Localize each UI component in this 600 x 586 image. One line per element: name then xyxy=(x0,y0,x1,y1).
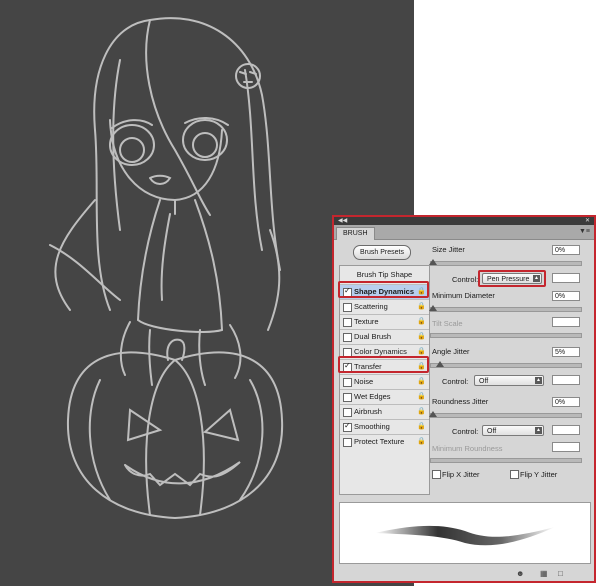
lock-icon[interactable]: 🔒 xyxy=(417,392,426,402)
panel-tab-row: BRUSH ▼≡ xyxy=(334,225,594,240)
lock-icon[interactable]: 🔒 xyxy=(417,377,426,387)
list-item-label: Smoothing xyxy=(354,422,390,431)
slider-knob[interactable] xyxy=(429,259,437,265)
roundness-control-select[interactable]: Off ▲ xyxy=(482,425,544,436)
roundness-jitter-field[interactable]: 0% xyxy=(552,397,580,407)
size-jitter-slider[interactable] xyxy=(429,259,582,266)
list-item-label: Noise xyxy=(354,377,374,386)
list-item-dual-brush[interactable]: Dual Brush 🔒 xyxy=(340,329,429,344)
roundness-jitter-label: Roundness Jitter xyxy=(432,397,489,406)
angle-control-field[interactable] xyxy=(552,375,580,385)
checkbox[interactable] xyxy=(343,408,352,417)
checkbox[interactable] xyxy=(343,303,352,312)
select-arrows-icon: ▲ xyxy=(535,377,542,384)
angle-jitter-field[interactable]: 5% xyxy=(552,347,580,357)
size-control-label: Control: xyxy=(452,275,479,284)
lock-icon[interactable]: 🔒 xyxy=(417,317,426,327)
brush-stroke-preview xyxy=(339,502,591,564)
slider-knob[interactable] xyxy=(429,411,437,417)
highlight-pen-pressure xyxy=(478,270,546,287)
collapse-icon[interactable]: ◀◀ xyxy=(338,218,347,224)
brush-presets-button[interactable]: Brush Presets xyxy=(353,245,411,260)
list-item-protect-texture[interactable]: Protect Texture 🔒 xyxy=(340,434,429,449)
lock-icon[interactable]: 🔒 xyxy=(417,302,426,312)
shape-dynamics-settings: Size Jitter 0% Control: Pen Pressure ▲ M… xyxy=(429,241,590,491)
list-item-label: Airbrush xyxy=(354,407,382,416)
close-icon[interactable]: ✕ xyxy=(585,218,590,224)
stroke-preview-graphic xyxy=(375,525,555,546)
list-item-scattering[interactable]: Scattering 🔒 xyxy=(340,299,429,314)
minimum-roundness-label: Minimum Roundness xyxy=(432,444,503,453)
roundness-control-field[interactable] xyxy=(552,425,580,435)
brush-grid-icon[interactable]: ▦ xyxy=(540,569,548,578)
select-arrows-icon: ▲ xyxy=(535,427,542,434)
roundness-control-label: Control: xyxy=(452,427,479,436)
tilt-scale-slider[interactable] xyxy=(430,333,582,338)
brush-tip-shape-item[interactable]: Brush Tip Shape xyxy=(340,268,429,282)
tilt-scale-field[interactable] xyxy=(552,317,580,327)
lock-icon[interactable]: 🔒 xyxy=(417,422,426,432)
size-jitter-label: Size Jitter xyxy=(432,245,465,254)
list-item-label: Scattering xyxy=(354,302,388,311)
minimum-diameter-field[interactable]: 0% xyxy=(552,291,580,301)
panel-menu-icon[interactable]: ▼≡ xyxy=(579,228,590,236)
brush-options-list: Brush Tip Shape Shape Dynamics 🔒 Scatter… xyxy=(339,265,430,495)
brush-panel: ◀◀ ✕ BRUSH ▼≡ Brush Presets Brush Tip Sh… xyxy=(332,215,596,583)
tilt-scale-label: Tilt Scale xyxy=(432,319,463,328)
roundness-control-value: Off xyxy=(487,428,497,435)
list-item-label: Dual Brush xyxy=(354,332,392,341)
toggle-brush-preview-icon[interactable]: ☻ xyxy=(516,569,524,578)
flip-x-checkbox[interactable] xyxy=(432,470,441,479)
checkbox[interactable] xyxy=(343,421,352,432)
lock-icon[interactable]: 🔒 xyxy=(417,407,426,417)
slider-knob[interactable] xyxy=(429,305,437,311)
flip-x-label: Flip X Jitter xyxy=(442,470,480,479)
checkbox[interactable] xyxy=(343,378,352,387)
list-item-noise[interactable]: Noise 🔒 xyxy=(340,374,429,389)
panel-titlebar: ◀◀ ✕ xyxy=(334,217,594,225)
angle-control-value: Off xyxy=(479,378,489,385)
size-control-field[interactable] xyxy=(552,273,580,283)
angle-jitter-label: Angle Jitter xyxy=(432,347,470,356)
checkbox[interactable] xyxy=(343,333,352,342)
angle-jitter-slider[interactable] xyxy=(430,361,582,368)
angle-control-select[interactable]: Off ▲ xyxy=(474,375,544,386)
list-item-texture[interactable]: Texture 🔒 xyxy=(340,314,429,329)
checkbox[interactable] xyxy=(343,393,352,402)
highlight-shape-dynamics xyxy=(338,281,429,298)
highlight-transfer xyxy=(338,356,429,373)
lock-icon[interactable]: 🔒 xyxy=(417,437,426,447)
list-item-label: Texture xyxy=(354,317,379,326)
list-item-wet-edges[interactable]: Wet Edges 🔒 xyxy=(340,389,429,404)
angle-control-label: Control: xyxy=(442,377,469,386)
slider-knob[interactable] xyxy=(436,361,444,367)
flip-y-label: Flip Y Jitter xyxy=(520,470,558,479)
list-item-smoothing[interactable]: Smoothing 🔒 xyxy=(340,419,429,434)
minimum-roundness-field[interactable] xyxy=(552,442,580,452)
lock-icon[interactable]: 🔒 xyxy=(417,332,426,342)
tab-brush[interactable]: BRUSH xyxy=(336,227,375,240)
flip-y-checkbox[interactable] xyxy=(510,470,519,479)
new-brush-icon[interactable]: □ xyxy=(558,569,563,578)
list-item-airbrush[interactable]: Airbrush 🔒 xyxy=(340,404,429,419)
list-item-label: Protect Texture xyxy=(354,437,405,446)
size-jitter-field[interactable]: 0% xyxy=(552,245,580,255)
minimum-diameter-slider[interactable] xyxy=(429,305,582,312)
minimum-diameter-label: Minimum Diameter xyxy=(432,291,495,300)
checkbox[interactable] xyxy=(343,318,352,327)
list-item-label: Wet Edges xyxy=(354,392,391,401)
roundness-jitter-slider[interactable] xyxy=(429,411,582,418)
panel-footer: ☻ ▦ □ xyxy=(334,567,594,581)
minimum-roundness-slider[interactable] xyxy=(430,458,582,463)
checkbox[interactable] xyxy=(343,438,352,447)
